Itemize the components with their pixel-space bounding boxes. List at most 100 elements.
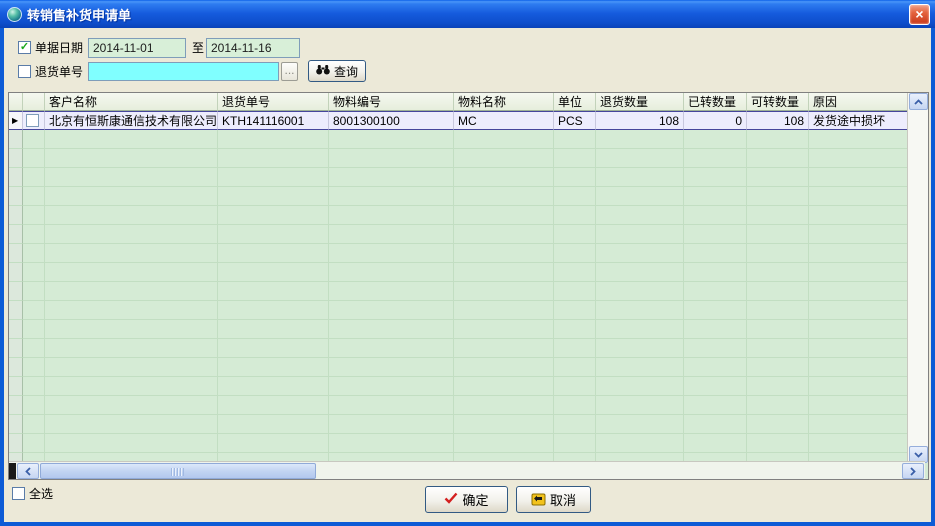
empty-cell [554,396,596,415]
empty-cell [747,187,809,206]
empty-cell [684,377,747,396]
cell-reason[interactable]: 发货途中损坏 [809,111,909,130]
empty-cell [23,320,45,339]
select-all-checkbox[interactable] [12,487,25,500]
cell-unit[interactable]: PCS [554,111,596,130]
empty-cell [747,377,809,396]
exit-icon [531,493,546,506]
date-filter-label: 单据日期 [35,41,83,55]
vertical-scrollbar[interactable] [907,93,928,463]
chevron-left-icon [25,467,31,476]
empty-cell [45,168,218,187]
empty-cell [809,206,909,225]
row-checkbox[interactable] [26,114,39,127]
cell-material-name[interactable]: MC [454,111,554,130]
empty-cell [23,377,45,396]
empty-cell [45,320,218,339]
empty-cell [454,225,554,244]
empty-cell [23,415,45,434]
table-row-empty [9,301,909,320]
empty-cell [684,282,747,301]
empty-cell [329,130,454,149]
cell-return-qty[interactable]: 108 [596,111,684,130]
empty-cell [554,377,596,396]
return-no-filter-checkbox[interactable] [18,65,31,78]
empty-cell [554,149,596,168]
empty-cell [454,301,554,320]
header-transferred-qty[interactable]: 已转数量 [684,93,747,111]
empty-cell [23,434,45,453]
empty-cell [596,396,684,415]
browse-button[interactable]: ... [281,62,298,81]
header-material-name[interactable]: 物料名称 [454,93,554,111]
empty-cell [45,377,218,396]
window-title: 转销售补货申请单 [27,5,909,24]
empty-cell [747,358,809,377]
header-reason[interactable]: 原因 [809,93,909,111]
return-no-input[interactable] [88,62,279,81]
scroll-up-button[interactable] [909,93,928,110]
empty-cell [329,339,454,358]
empty-cell [596,377,684,396]
empty-cell [809,358,909,377]
header-customer[interactable]: 客户名称 [45,93,218,111]
empty-cell [329,282,454,301]
cell-transferable-qty[interactable]: 108 [747,111,809,130]
query-button[interactable]: 查询 [308,60,366,82]
scroll-left-button[interactable] [17,463,39,479]
empty-cell [218,244,329,263]
empty-cell [218,377,329,396]
empty-cell [454,415,554,434]
scroll-right-button[interactable] [902,463,924,479]
ok-button[interactable]: 确定 [425,486,508,513]
cell-return-no[interactable]: KTH141116001 [218,111,329,130]
cell-material-no[interactable]: 8001300100 [329,111,454,130]
grid-body: ▶ 北京有恒斯康通信技术有限公司 KTH141116001 8001300100… [9,111,909,463]
horizontal-scroll-thumb[interactable] [40,463,316,479]
empty-cell [684,320,747,339]
table-row-empty [9,282,909,301]
header-return-qty[interactable]: 退货数量 [596,93,684,111]
cell-transferred-qty[interactable]: 0 [684,111,747,130]
empty-cell [596,301,684,320]
empty-cell [45,358,218,377]
row-indicator-cell [9,206,23,225]
empty-cell [809,301,909,320]
empty-cell [45,396,218,415]
table-row-empty [9,168,909,187]
row-indicator-cell [9,149,23,168]
date-from-field[interactable]: 2014-11-01 [88,38,186,58]
cell-customer[interactable]: 北京有恒斯康通信技术有限公司 [45,111,218,130]
cancel-button[interactable]: 取消 [516,486,591,513]
empty-cell [218,263,329,282]
empty-cell [45,130,218,149]
empty-cell [684,301,747,320]
table-row[interactable]: ▶ 北京有恒斯康通信技术有限公司 KTH141116001 8001300100… [9,111,909,130]
header-material-no[interactable]: 物料编号 [329,93,454,111]
row-indicator-cell [9,282,23,301]
date-to-field[interactable]: 2014-11-16 [206,38,300,58]
table-row-empty [9,263,909,282]
chevron-right-icon [910,467,916,476]
date-filter-checkbox[interactable]: ✓ [18,41,31,54]
row-select-cell[interactable] [23,111,45,130]
empty-cell [454,168,554,187]
return-no-filter-label: 退货单号 [35,65,83,79]
header-transferable-qty[interactable]: 可转数量 [747,93,809,111]
empty-cell [747,415,809,434]
footer-bar: 全选 确定 取消 [4,480,931,522]
empty-cell [596,434,684,453]
header-return-no[interactable]: 退货单号 [218,93,329,111]
title-bar[interactable]: 转销售补货申请单 × [0,0,935,28]
header-unit[interactable]: 单位 [554,93,596,111]
empty-cell [596,149,684,168]
client-area: ✓ 单据日期 2014-11-01 至 2014-11-16 退货单号 ... [4,28,931,522]
empty-cell [554,282,596,301]
horizontal-scrollbar[interactable] [9,461,925,479]
close-button[interactable]: × [909,4,930,25]
empty-cell [747,396,809,415]
empty-cell [454,282,554,301]
empty-cell [45,263,218,282]
empty-cell [23,396,45,415]
empty-cell [554,415,596,434]
